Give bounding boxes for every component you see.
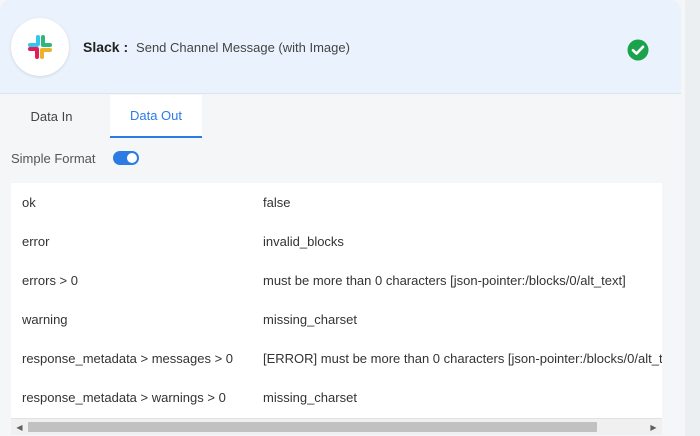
step-title: Slack : Send Channel Message (with Image… [83,38,350,56]
simple-format-toggle[interactable] [112,151,139,165]
table-row: warning missing_charset [11,300,662,339]
row-key: response_metadata > warnings > 0 [22,390,226,405]
output-table: ok false error invalid_blocks errors > 0… [11,183,662,418]
scrollbar-thumb[interactable] [28,422,597,432]
table-row: errors > 0 must be more than 0 character… [11,261,662,300]
row-value: [ERROR] must be more than 0 characters [… [263,351,662,366]
row-value: invalid_blocks [263,234,344,249]
app-logo [11,18,69,76]
scroll-right-icon[interactable]: ▶ [645,419,662,435]
table-row: response_metadata > messages > 0 [ERROR]… [11,339,662,378]
data-tabs: Data In Data Out [0,95,681,138]
row-value: must be more than 0 characters [json-poi… [263,273,626,288]
slack-logo-icon [28,35,52,59]
toggle-knob [126,153,137,163]
table-row: response_metadata > warnings > 0 missing… [11,378,662,417]
row-value: missing_charset [263,390,357,405]
tab-data-out[interactable]: Data Out [110,95,202,138]
step-header[interactable]: Slack : Send Channel Message (with Image… [0,0,681,94]
table-row: ok false [11,183,662,222]
page-background-strip [685,0,700,436]
data-panel: Slack : Send Channel Message (with Image… [0,0,685,436]
row-key: response_metadata > messages > 0 [22,351,234,366]
row-key: warning [22,312,68,327]
scroll-left-icon[interactable]: ◀ [11,419,28,435]
table-row: error invalid_blocks [11,222,662,261]
simple-format-row: Simple Format [11,148,139,168]
action-name: Send Channel Message (with Image) [136,40,350,55]
row-value: missing_charset [263,312,357,327]
check-circle-icon [627,39,649,61]
row-key: error [22,234,50,249]
simple-format-label: Simple Format [11,150,96,166]
app-name: Slack [83,39,120,55]
horizontal-scrollbar[interactable]: ◀ ▶ [11,418,662,435]
row-key: errors > 0 [22,273,78,288]
row-key: ok [22,195,36,210]
title-separator: : [123,39,129,55]
row-value: false [263,195,291,210]
tab-data-in[interactable]: Data In [0,95,103,138]
